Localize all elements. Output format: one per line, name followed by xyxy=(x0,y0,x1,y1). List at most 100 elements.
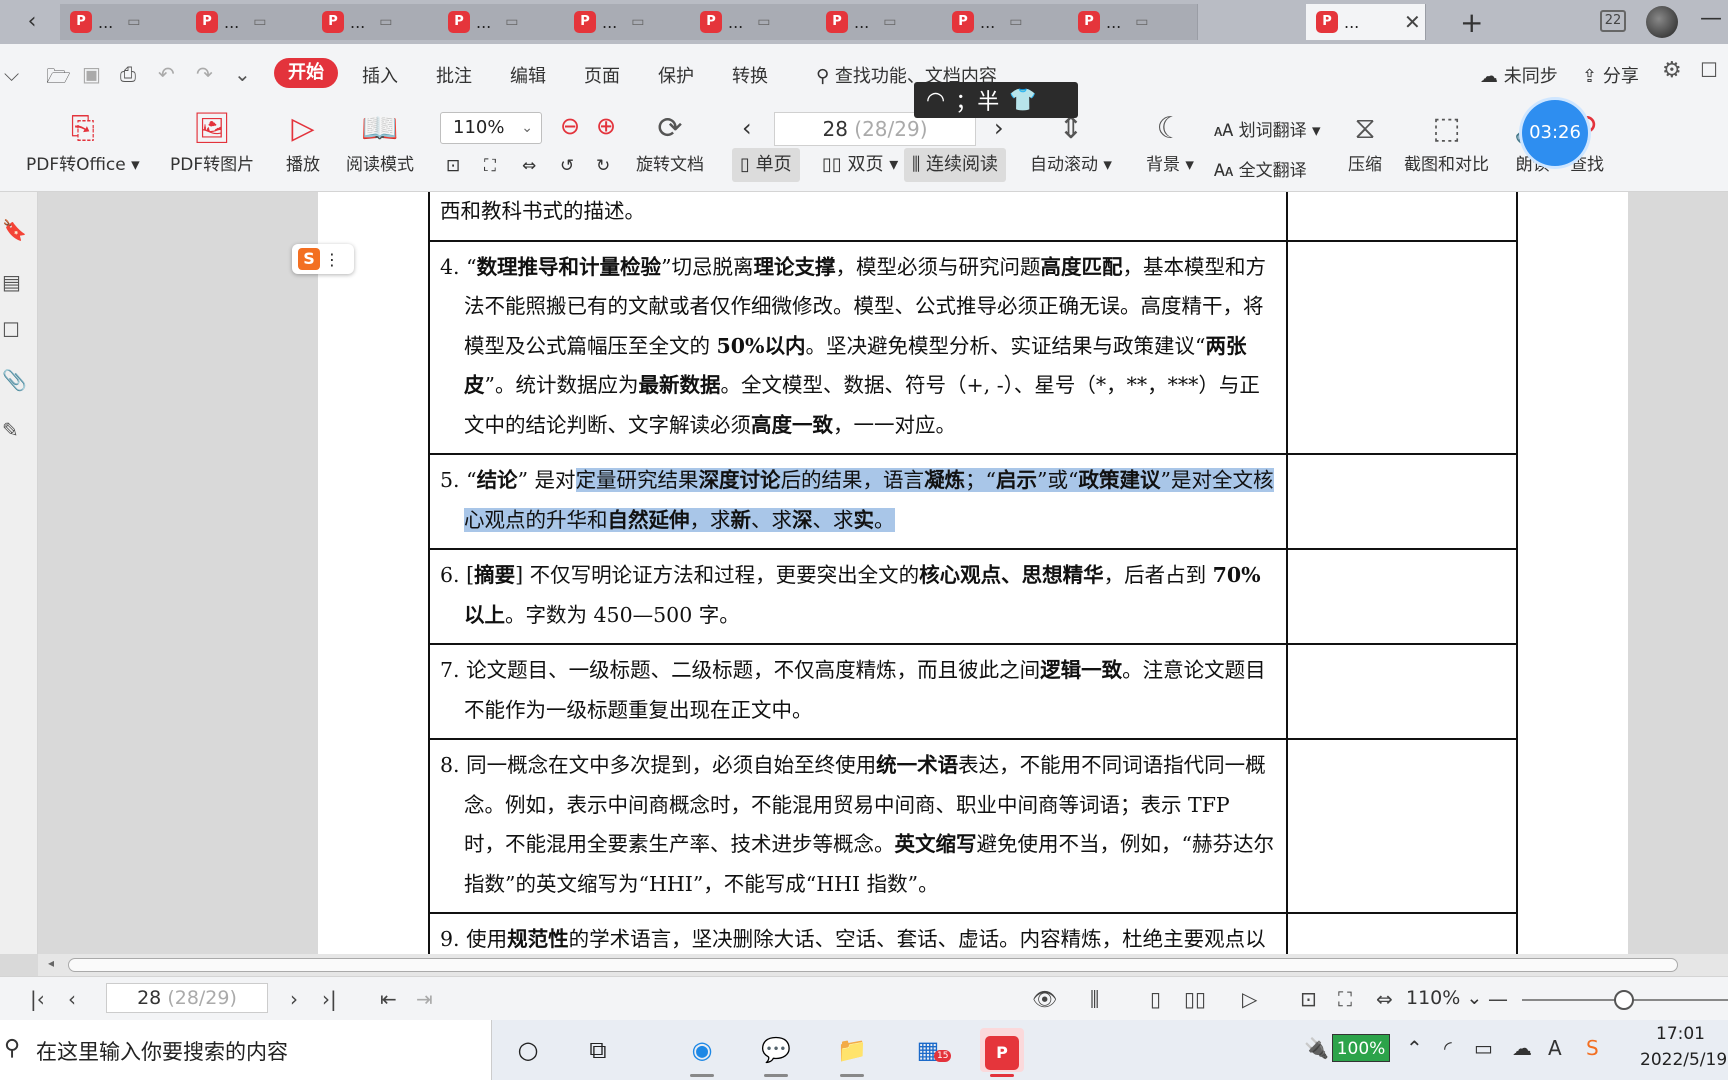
document-tab[interactable]: P... ▭ xyxy=(564,4,694,40)
document-tab[interactable]: P... ▭ xyxy=(186,4,316,40)
thumbnail-icon[interactable]: ▤ xyxy=(2,270,21,294)
prev-page-icon[interactable]: ‹ xyxy=(742,114,752,142)
sogou-tray-icon[interactable]: S xyxy=(1586,1036,1599,1060)
app-grid-icon[interactable]: ▦ 15 xyxy=(906,1028,952,1072)
ime-toolbar[interactable]: ◠ ；半 👕 xyxy=(914,82,1078,118)
rotate-right-icon[interactable]: ↻ xyxy=(596,156,610,176)
battery-indicator[interactable]: 100% xyxy=(1332,1034,1390,1062)
document-tab[interactable]: P... ▭ xyxy=(690,4,820,40)
minimize-icon[interactable]: — xyxy=(1700,6,1722,31)
clock-date[interactable]: 2022/5/19 xyxy=(1640,1050,1727,1070)
menu-page-tab[interactable]: 页面 xyxy=(584,62,620,88)
cortana-icon[interactable]: ○ xyxy=(506,1028,550,1072)
first-page-icon[interactable]: |‹ xyxy=(30,987,45,1011)
double-page-button[interactable]: ▯▯ 双页 ▾ xyxy=(814,148,906,182)
sogou-ime-floating[interactable]: S ⋮ xyxy=(292,244,354,274)
fit-page-icon[interactable]: ⛶ xyxy=(1338,987,1352,1011)
zoom-out-icon[interactable]: — xyxy=(1488,987,1508,1011)
battery-icon[interactable]: ▭ xyxy=(1474,1036,1493,1060)
full-translate-button[interactable]: 🗛 全文翻译 xyxy=(1214,156,1307,181)
save-icon[interactable]: ▣ xyxy=(82,62,101,86)
continuous-read-button[interactable]: ⫼ 连续阅读 xyxy=(904,148,1007,182)
redo-icon[interactable]: ↷ xyxy=(196,62,213,86)
auto-scroll-button[interactable]: ⇕ 自动滚动 ▾ xyxy=(1030,108,1112,175)
feedback-icon[interactable]: ☐ xyxy=(1700,58,1718,82)
single-page-button[interactable]: ▯ 单页 xyxy=(732,148,800,182)
comment-icon[interactable]: ☐ xyxy=(2,318,20,342)
share-button[interactable]: ⇪ 分享 xyxy=(1582,62,1639,88)
scroll-left-icon[interactable]: ◂ xyxy=(48,956,54,970)
menu-edit-tab[interactable]: 编辑 xyxy=(510,62,546,88)
taskbar-search-box[interactable]: ⚲ 在这里输入你要搜索的内容 xyxy=(0,1020,492,1080)
last-page-icon[interactable]: ›| xyxy=(322,987,337,1011)
fit-page-icon[interactable]: ⛶ xyxy=(484,156,496,176)
forward-view-icon[interactable]: ⇥ xyxy=(416,987,433,1011)
chevron-up-icon[interactable]: ⌃ xyxy=(1406,1036,1423,1060)
tab-count-badge[interactable]: 22 xyxy=(1600,10,1626,32)
document-tab[interactable]: P... ▭ xyxy=(60,4,190,40)
read-mode-button[interactable]: 📖 阅读模式 xyxy=(346,108,414,175)
status-page-input[interactable]: 28 (28/29) xyxy=(106,983,268,1013)
play-button[interactable]: ▷ 播放 xyxy=(286,108,320,175)
fit-width-icon[interactable]: ⇔ xyxy=(522,156,536,176)
pdf-page[interactable]: 西和教科书式的描述。 4. “数理推导和计量检验”切忌脱离理论支撑，模型必须与研… xyxy=(318,192,1628,954)
timer-badge[interactable]: 03:26 xyxy=(1522,100,1588,166)
background-button[interactable]: ☾ 背景 ▾ xyxy=(1146,108,1194,175)
status-zoom[interactable]: 110% ⌄ xyxy=(1406,987,1482,1009)
document-tab[interactable]: P... ▭ xyxy=(312,4,442,40)
bookmark-icon[interactable]: 🔖 xyxy=(2,218,27,242)
new-tab-button[interactable]: + xyxy=(1460,6,1483,39)
pdf-to-image-button[interactable]: 🖼 PDF转图片 xyxy=(170,108,254,175)
scrollbar-thumb[interactable] xyxy=(68,958,1678,972)
menu-start-tab[interactable]: 开始 xyxy=(274,58,338,88)
clock-time[interactable]: 17:01 xyxy=(1656,1024,1705,1044)
prev-page-icon[interactable]: ‹ xyxy=(68,987,76,1011)
rotate-left-icon[interactable]: ↺ xyxy=(560,156,574,176)
document-tab[interactable]: P... ▭ xyxy=(438,4,568,40)
tab-scroll-left-button[interactable]: ‹ xyxy=(12,4,52,40)
pdf-to-office-button[interactable]: ⎘ PDF转Office ▾ xyxy=(26,108,140,175)
zoom-in-icon[interactable]: ⊕ xyxy=(596,112,616,140)
chevron-down-icon[interactable]: ⌵ xyxy=(4,62,19,86)
document-tab[interactable]: P... ▭ xyxy=(942,4,1072,40)
quick-access-more-icon[interactable]: ⌄ xyxy=(234,62,251,86)
single-view-icon[interactable]: ▯ xyxy=(1150,987,1161,1011)
edge-browser-icon[interactable]: ◉ xyxy=(680,1028,724,1072)
close-tab-icon[interactable]: ✕ xyxy=(1404,10,1421,34)
eye-protect-icon[interactable]: 👁 xyxy=(1032,987,1057,1011)
screenshot-compare-button[interactable]: ⬚ 截图和对比 xyxy=(1404,108,1489,175)
document-tab[interactable]: P... ▭ xyxy=(1068,4,1198,40)
document-viewport[interactable]: 西和教科书式的描述。 4. “数理推导和计量检验”切忌脱离理论支撑，模型必须与研… xyxy=(38,192,1728,954)
wechat-icon[interactable]: 💬 xyxy=(754,1028,798,1072)
actual-size-icon[interactable]: ⊡ xyxy=(1300,987,1317,1011)
menu-insert-tab[interactable]: 插入 xyxy=(362,62,398,88)
zoom-select[interactable]: 110% ⌄ xyxy=(440,112,542,144)
play-icon[interactable]: ▷ xyxy=(1242,987,1257,1011)
fit-width-icon[interactable]: ⇔ xyxy=(1376,987,1393,1011)
horizontal-scrollbar[interactable]: ◂ xyxy=(38,954,1728,976)
continuous-view-icon[interactable]: ⫼ xyxy=(1090,987,1099,1011)
next-page-icon[interactable]: › xyxy=(290,987,298,1011)
onedrive-icon[interactable]: ☁ xyxy=(1512,1036,1532,1060)
settings-icon[interactable]: ⚙ xyxy=(1662,58,1682,83)
power-plug-icon[interactable]: 🔌 xyxy=(1304,1036,1329,1060)
ime-language-icon[interactable]: A xyxy=(1548,1036,1562,1060)
compress-button[interactable]: ⧖ 压缩 xyxy=(1348,108,1382,175)
print-icon[interactable]: ⎙ xyxy=(120,62,136,86)
open-folder-icon[interactable]: 🗁 xyxy=(46,62,71,96)
actual-size-icon[interactable]: ⊡ xyxy=(446,156,460,176)
zoom-out-icon[interactable]: ⊖ xyxy=(560,112,580,140)
word-translate-button[interactable]: 🗚 划词翻译 ▾ xyxy=(1214,116,1321,141)
menu-annotate-tab[interactable]: 批注 xyxy=(436,62,472,88)
file-explorer-icon[interactable]: 📁 xyxy=(830,1028,874,1072)
zoom-slider-knob[interactable] xyxy=(1614,990,1634,1010)
document-tab[interactable]: P... ▭ xyxy=(816,4,946,40)
sync-status[interactable]: ☁ 未同步 xyxy=(1480,62,1558,88)
wifi-icon[interactable]: ◜ xyxy=(1444,1036,1452,1060)
task-view-icon[interactable]: ⧉ xyxy=(576,1028,620,1072)
next-page-icon[interactable]: › xyxy=(994,114,1004,142)
double-view-icon[interactable]: ▯▯ xyxy=(1184,987,1206,1011)
back-view-icon[interactable]: ⇤ xyxy=(380,987,397,1011)
menu-convert-tab[interactable]: 转换 xyxy=(732,62,768,88)
rotate-document-button[interactable]: ⟳ 旋转文档 xyxy=(636,108,704,175)
